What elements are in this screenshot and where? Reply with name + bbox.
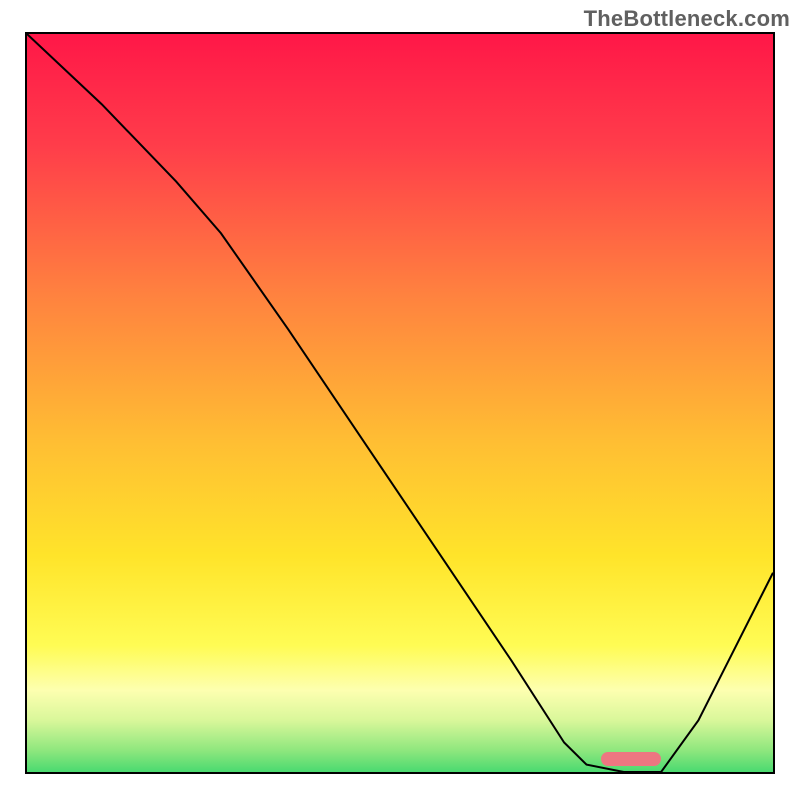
bottleneck-line: [27, 34, 773, 772]
watermark-text: TheBottleneck.com: [584, 6, 790, 32]
curve-layer: [27, 34, 773, 772]
optimal-range-marker: [601, 752, 661, 766]
plot-frame: [25, 32, 775, 774]
